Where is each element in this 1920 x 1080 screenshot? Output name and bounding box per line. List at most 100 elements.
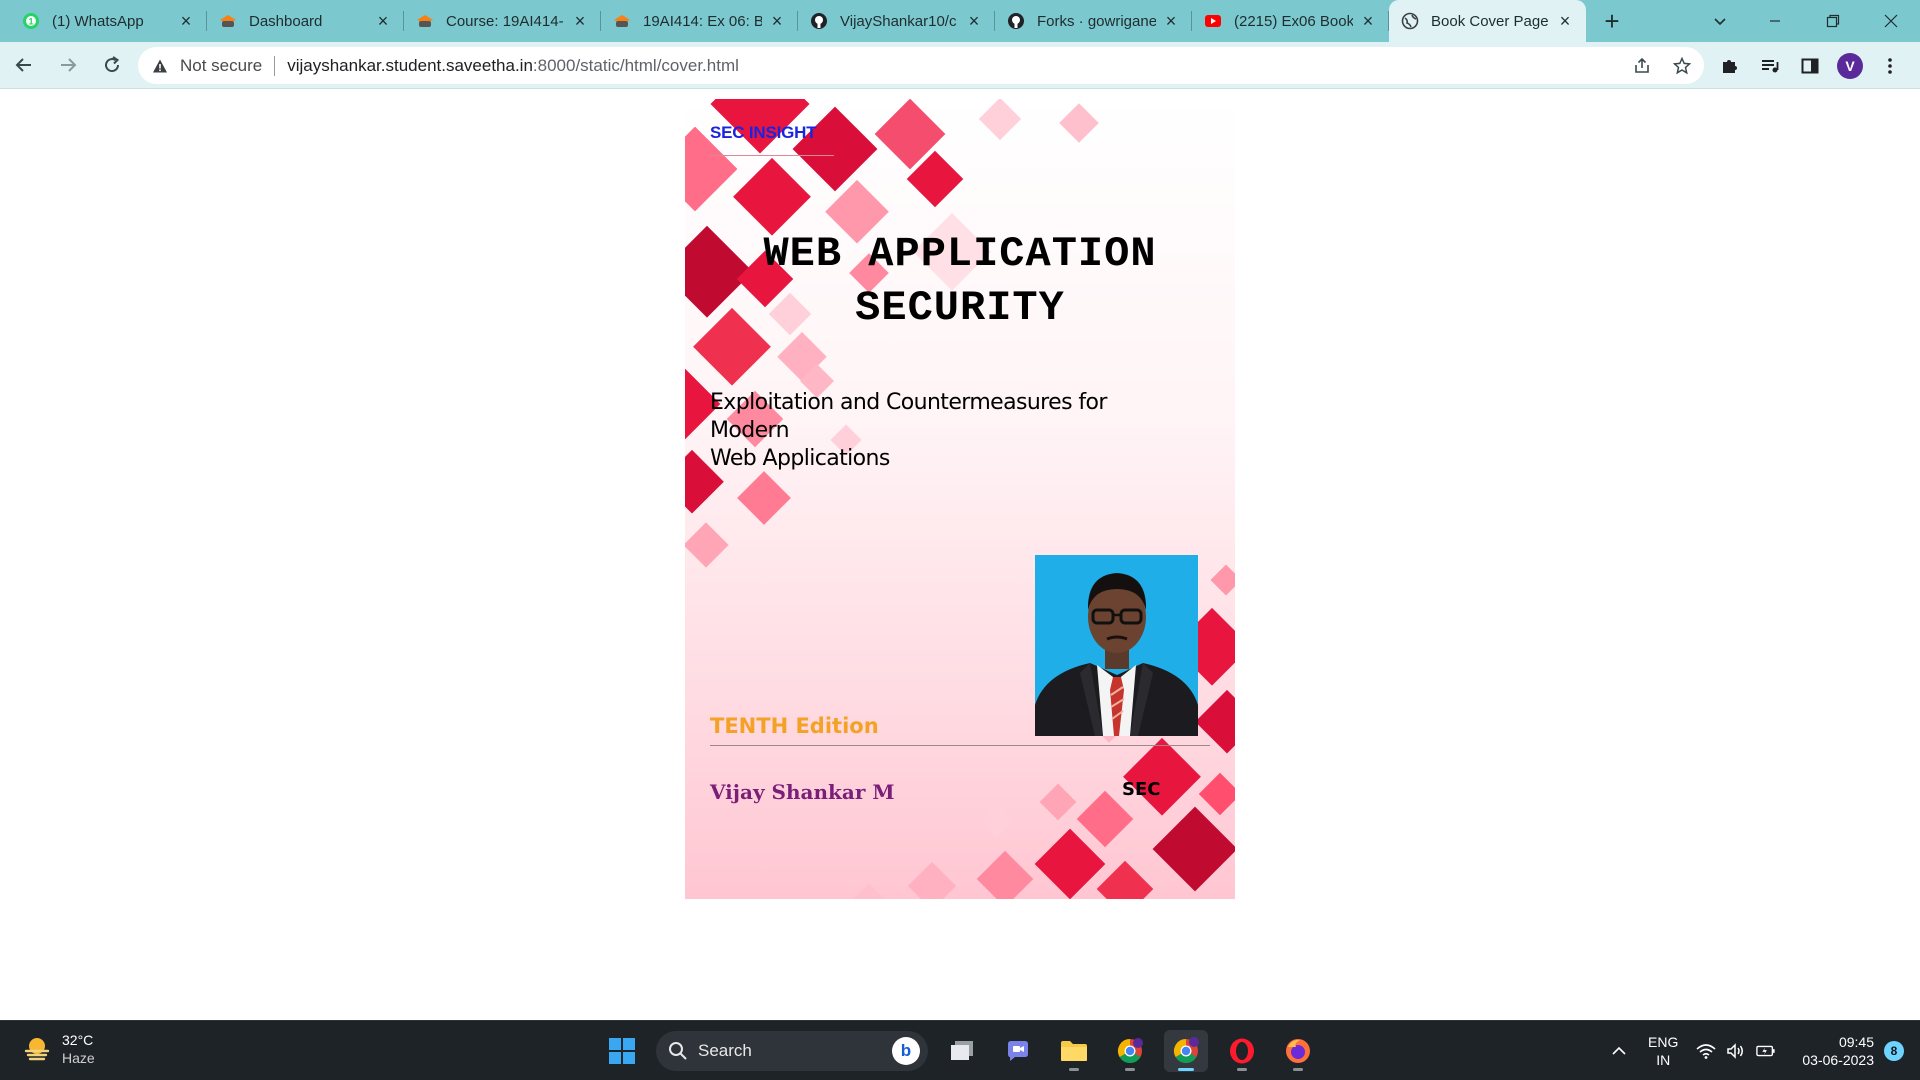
warning-icon[interactable] bbox=[150, 56, 170, 76]
wifi-icon bbox=[1696, 1041, 1716, 1061]
tab-book-cover[interactable]: Book Cover Page × bbox=[1389, 0, 1586, 42]
subtitle-line-2: Web Applications bbox=[710, 446, 890, 471]
tray-status-icons[interactable] bbox=[1696, 1041, 1776, 1061]
author-portrait-image bbox=[1035, 555, 1198, 736]
bing-icon[interactable]: b bbox=[892, 1037, 920, 1065]
reload-icon bbox=[105, 56, 120, 73]
forward-button[interactable] bbox=[48, 45, 88, 85]
globe-icon bbox=[1401, 12, 1419, 30]
window-controls bbox=[1746, 0, 1920, 42]
file-explorer-button[interactable] bbox=[1052, 1030, 1096, 1072]
reload-button[interactable] bbox=[92, 45, 132, 85]
github-icon bbox=[1007, 12, 1025, 30]
show-hidden-icons-chevron-icon[interactable] bbox=[1604, 1043, 1634, 1059]
clock-date: 03-06-2023 bbox=[1802, 1052, 1874, 1068]
edition-label: TENTH Edition bbox=[710, 714, 879, 738]
arrow-right-icon bbox=[61, 58, 77, 72]
tab-list: 1 (1) WhatsApp × Dashboard × Course: 19A… bbox=[0, 0, 1632, 42]
profile-avatar[interactable]: V bbox=[1834, 50, 1866, 82]
github-icon bbox=[810, 12, 828, 30]
close-icon[interactable]: × bbox=[768, 12, 786, 30]
url-host: vijayshankar.student.saveetha.in bbox=[287, 55, 533, 75]
clock[interactable]: 09:45 03-06-2023 bbox=[1802, 1033, 1874, 1069]
tab-whatsapp[interactable]: 1 (1) WhatsApp × bbox=[10, 0, 207, 42]
taskbar-search-box[interactable]: Search b bbox=[656, 1031, 928, 1071]
firefox-button[interactable] bbox=[1276, 1030, 1320, 1072]
browser-tab-strip: 1 (1) WhatsApp × Dashboard × Course: 19A… bbox=[0, 0, 1920, 42]
notification-badge[interactable]: 8 bbox=[1884, 1041, 1904, 1061]
book-title: WEB APPLICATION SECURITY bbox=[725, 227, 1195, 335]
tab-dashboard[interactable]: Dashboard × bbox=[207, 0, 404, 42]
task-view-button[interactable] bbox=[940, 1030, 984, 1072]
avatar: V bbox=[1837, 52, 1863, 79]
tab-title: Forks · gowrigane bbox=[1037, 12, 1156, 30]
battery-charging-icon bbox=[1756, 1041, 1776, 1061]
running-indicator bbox=[1237, 1068, 1247, 1071]
address-bar[interactable]: Not secure vijayshankar.student.saveetha… bbox=[138, 47, 1704, 84]
windows-taskbar: 32°C Haze Search b ENG IN 09:45 03-06-20… bbox=[0, 1020, 1920, 1080]
search-icon bbox=[669, 1042, 687, 1060]
tab-title: VijayShankar10/c bbox=[840, 12, 957, 30]
close-window-button[interactable] bbox=[1862, 0, 1920, 42]
moodle-icon bbox=[613, 12, 631, 30]
tab-search-chevron-icon[interactable] bbox=[1702, 0, 1738, 42]
tab-github-repo[interactable]: VijayShankar10/c × bbox=[798, 0, 995, 42]
haze-weather-icon bbox=[24, 1038, 50, 1061]
opera-button[interactable] bbox=[1220, 1030, 1264, 1072]
svg-text:1: 1 bbox=[28, 17, 33, 27]
opera-icon bbox=[1230, 1038, 1254, 1064]
chrome-active-button[interactable] bbox=[1164, 1030, 1208, 1072]
taskbar-apps: Search b bbox=[600, 1030, 1320, 1072]
book-title-line-1: WEB APPLICATION bbox=[763, 230, 1157, 278]
language-code: ENG bbox=[1648, 1034, 1679, 1050]
side-panel-icon[interactable] bbox=[1794, 50, 1826, 82]
security-label[interactable]: Not secure bbox=[180, 56, 262, 76]
new-tab-button[interactable]: + bbox=[1592, 0, 1632, 42]
close-icon[interactable]: × bbox=[1162, 12, 1180, 30]
page-viewport: SEC INSIGHT WEB APPLICATION SECURITY Exp… bbox=[0, 89, 1920, 1020]
chrome-icon bbox=[1173, 1037, 1199, 1064]
url-path: :8000/static/html/cover.html bbox=[532, 55, 739, 75]
tab-course[interactable]: Course: 19AI414- × bbox=[404, 0, 601, 42]
book-title-line-2: SECURITY bbox=[855, 284, 1065, 332]
search-placeholder: Search bbox=[698, 1041, 752, 1060]
volume-icon bbox=[1726, 1041, 1746, 1061]
running-indicator bbox=[1293, 1068, 1303, 1071]
tab-ex06[interactable]: 19AI414: Ex 06: B × bbox=[601, 0, 798, 42]
whatsapp-icon: 1 bbox=[22, 12, 40, 30]
tab-title: (2215) Ex06 Book bbox=[1234, 12, 1353, 30]
extensions-puzzle-icon[interactable] bbox=[1714, 50, 1746, 82]
author-name: Vijay Shankar M bbox=[710, 780, 895, 804]
close-icon[interactable]: × bbox=[571, 12, 589, 30]
minimize-button[interactable] bbox=[1746, 0, 1804, 42]
teams-chat-button[interactable] bbox=[996, 1030, 1040, 1072]
publisher-name: SEC bbox=[1122, 779, 1161, 800]
weather-temperature: 32°C bbox=[62, 1032, 94, 1048]
task-view-icon bbox=[951, 1041, 973, 1060]
region-code: IN bbox=[1656, 1052, 1671, 1068]
close-icon[interactable]: × bbox=[1359, 12, 1377, 30]
chrome-profile-button[interactable] bbox=[1108, 1030, 1152, 1072]
close-icon[interactable]: × bbox=[177, 12, 195, 30]
menu-kebab-icon[interactable] bbox=[1874, 50, 1906, 82]
weather-text: 32°C Haze bbox=[62, 1031, 95, 1067]
weather-widget[interactable]: 32°C Haze bbox=[22, 1031, 95, 1067]
clock-time: 09:45 bbox=[1838, 1034, 1874, 1050]
start-button[interactable] bbox=[600, 1030, 644, 1072]
close-icon[interactable]: × bbox=[965, 12, 983, 30]
input-language-indicator[interactable]: ENG IN bbox=[1648, 1033, 1678, 1069]
tab-github-forks[interactable]: Forks · gowrigane × bbox=[995, 0, 1192, 42]
restore-button[interactable] bbox=[1804, 0, 1862, 42]
toolbar-actions: V bbox=[1714, 42, 1906, 89]
teams-chat-icon bbox=[1008, 1041, 1028, 1061]
back-button[interactable] bbox=[4, 45, 44, 85]
series-label: SEC INSIGHT bbox=[710, 123, 817, 142]
book-cover: SEC INSIGHT WEB APPLICATION SECURITY Exp… bbox=[685, 99, 1235, 899]
share-icon[interactable] bbox=[1630, 54, 1654, 78]
active-indicator bbox=[1178, 1068, 1194, 1071]
bookmark-star-icon[interactable] bbox=[1670, 54, 1694, 78]
close-icon[interactable]: × bbox=[1556, 12, 1574, 30]
close-icon[interactable]: × bbox=[374, 12, 392, 30]
tab-youtube[interactable]: (2215) Ex06 Book × bbox=[1192, 0, 1389, 42]
media-queue-icon[interactable] bbox=[1754, 50, 1786, 82]
